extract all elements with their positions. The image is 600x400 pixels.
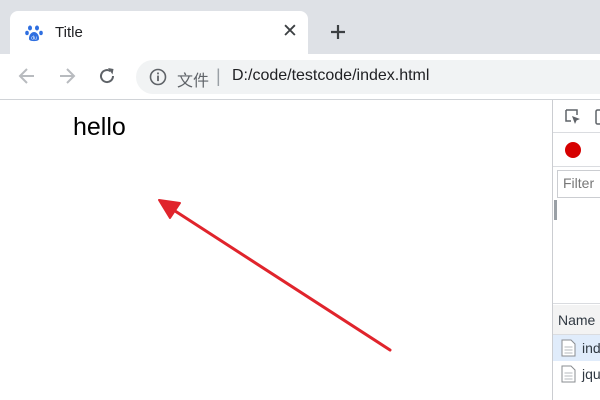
url-text[interactable]: D:/code/testcode/index.html	[232, 67, 429, 85]
reload-button[interactable]	[95, 64, 119, 88]
tab-active[interactable]: du Title ✕	[10, 11, 308, 54]
info-circle-icon[interactable]	[149, 68, 167, 86]
document-icon	[561, 365, 576, 383]
security-chip-label: 文件	[177, 71, 210, 90]
table-row[interactable]: jquery.js	[553, 361, 600, 387]
devtools-panel: Filter Name index.html jquery.js	[552, 100, 600, 400]
arrow-left-icon	[18, 68, 34, 84]
record-button[interactable]	[565, 142, 581, 158]
arrow-right-icon	[60, 68, 76, 84]
tab-title: Title	[55, 24, 83, 41]
document-icon	[561, 339, 576, 357]
overview-marker	[554, 200, 557, 220]
page-viewport: hello	[0, 100, 552, 400]
inspect-element-icon[interactable]	[565, 109, 581, 125]
new-tab-button[interactable]	[325, 19, 351, 45]
browser-toolbar: 文件 | D:/code/testcode/index.html	[0, 54, 600, 100]
request-name: index.html	[582, 340, 600, 356]
forward-button[interactable]	[55, 64, 79, 88]
filter-input[interactable]: Filter	[557, 170, 600, 198]
network-table-header: Name	[553, 305, 600, 335]
svg-text:du: du	[31, 36, 37, 42]
reload-icon	[100, 68, 115, 84]
network-overview	[553, 199, 600, 304]
tab-close-button[interactable]: ✕	[280, 21, 300, 41]
omnibox-separator: |	[216, 66, 221, 86]
tab-strip: du Title ✕	[0, 0, 600, 54]
address-bar[interactable]: 文件 | D:/code/testcode/index.html	[136, 60, 600, 94]
device-toolbar-icon[interactable]	[595, 109, 600, 125]
baidu-paw-icon: du	[25, 24, 43, 42]
table-row[interactable]: index.html	[553, 335, 600, 361]
annotation-arrow	[158, 199, 392, 352]
column-header-name[interactable]: Name	[558, 312, 595, 328]
plus-icon	[331, 25, 345, 39]
request-name: jquery.js	[582, 366, 600, 382]
devtools-toolbar	[553, 100, 600, 133]
back-button[interactable]	[15, 64, 39, 88]
